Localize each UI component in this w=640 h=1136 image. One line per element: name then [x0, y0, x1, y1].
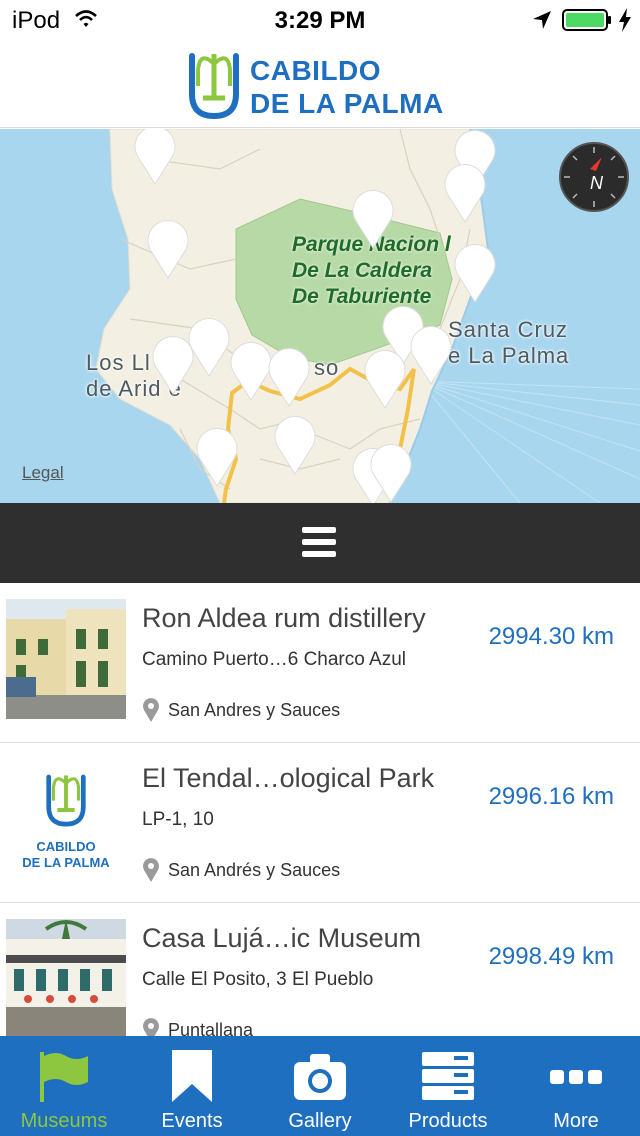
item-title: Ron Aldea rum distillery — [142, 603, 426, 633]
museum-list[interactable]: Ron Aldea rum distillery Camino Puerto…6… — [0, 583, 640, 1036]
app-screen: iPod 3:29 PM CABILDO DE LA PALMA Parque … — [0, 0, 640, 1136]
thumb-brand-line2: DE LA PALMA — [22, 855, 110, 870]
map-pin[interactable] — [150, 333, 196, 395]
tab-label: Products — [408, 1110, 488, 1132]
map-pin[interactable] — [368, 441, 414, 503]
list-item[interactable]: Casa Lujá…ic Museum Calle El Posito, 3 E… — [0, 903, 640, 1036]
tab-museums[interactable]: Museums — [0, 1036, 128, 1136]
map-canvas — [95, 129, 640, 503]
item-address: LP-1, 10 — [142, 809, 214, 830]
compass-icon[interactable]: N — [558, 141, 630, 213]
status-bar: iPod 3:29 PM — [0, 0, 640, 40]
list-item[interactable]: CABILDO DE LA PALMA El Tendal…ological P… — [0, 743, 640, 903]
item-town: San Andrés y Sauces — [168, 860, 341, 880]
tab-label: Gallery — [288, 1110, 352, 1132]
item-title: Casa Lujá…ic Museum — [142, 923, 422, 953]
item-distance: 2998.49 km — [488, 943, 614, 970]
location-pin-icon — [143, 858, 159, 882]
tab-products[interactable]: Products — [384, 1036, 512, 1136]
tab-gallery[interactable]: Gallery — [256, 1036, 384, 1136]
map-pin[interactable] — [132, 129, 178, 185]
map-pin[interactable] — [145, 217, 191, 279]
map-view[interactable]: Parque Nacion l De La Caldera De Taburie… — [0, 129, 640, 503]
ferry-lines — [419, 380, 640, 503]
tab-label: Events — [161, 1110, 223, 1132]
town-label-paso: so — [314, 355, 340, 380]
camera-icon — [294, 1054, 346, 1100]
map-legal-link[interactable]: Legal — [22, 463, 64, 483]
item-town: San Andres y Sauces — [168, 700, 341, 720]
map-pin[interactable] — [452, 241, 498, 303]
flag-icon — [40, 1052, 88, 1102]
item-distance: 2994.30 km — [488, 623, 614, 650]
museum-thumbnail — [6, 919, 126, 1036]
tab-bar: Museums Events Gallery Products More — [0, 1036, 640, 1136]
map-pin[interactable] — [272, 413, 318, 475]
products-icon — [422, 1052, 474, 1100]
battery-icon — [562, 9, 611, 31]
tab-label: More — [553, 1110, 599, 1132]
list-item[interactable]: Ron Aldea rum distillery Camino Puerto…6… — [0, 583, 640, 743]
tab-more[interactable]: More — [512, 1036, 640, 1136]
tab-label: Museums — [20, 1110, 108, 1132]
map-pin[interactable] — [266, 345, 312, 407]
item-town: Puntallana — [168, 1020, 254, 1036]
map-pin[interactable] — [442, 161, 488, 223]
brand-name-line2: DE LA PALMA — [250, 88, 444, 119]
item-address: Camino Puerto…6 Charco Azul — [142, 649, 407, 670]
cabildo-logo-icon — [46, 774, 86, 827]
museum-thumbnail: CABILDO DE LA PALMA — [6, 759, 126, 879]
brand-name: CABILDO DE LA PALMA — [250, 54, 444, 120]
museum-thumbnail — [6, 599, 126, 719]
location-pin-icon — [143, 1018, 159, 1036]
town-label-santa-cruz: Santa Cruz e La Palma — [448, 317, 570, 368]
location-arrow-icon — [533, 11, 551, 29]
map-pin[interactable] — [362, 347, 408, 409]
location-pin-icon — [143, 698, 159, 722]
item-title: El Tendal…ological Park — [142, 763, 435, 793]
bookmark-icon — [172, 1050, 212, 1102]
charging-bolt-icon — [619, 8, 631, 32]
map-pin[interactable] — [408, 323, 454, 385]
tab-events[interactable]: Events — [128, 1036, 256, 1136]
map-pin[interactable] — [194, 425, 240, 487]
hamburger-menu-icon[interactable] — [302, 527, 336, 559]
item-address: Calle El Posito, 3 El Pueblo — [142, 969, 374, 990]
more-icon — [550, 1070, 602, 1084]
item-distance: 2996.16 km — [488, 783, 614, 810]
menu-bar — [0, 503, 640, 583]
map-pin[interactable] — [350, 187, 396, 249]
thumb-brand-line1: CABILDO — [36, 839, 96, 854]
cabildo-logo-icon — [189, 53, 239, 120]
compass-letter: N — [590, 173, 604, 193]
brand-name-line1: CABILDO — [250, 55, 382, 86]
app-header: CABILDO DE LA PALMA — [0, 40, 640, 128]
